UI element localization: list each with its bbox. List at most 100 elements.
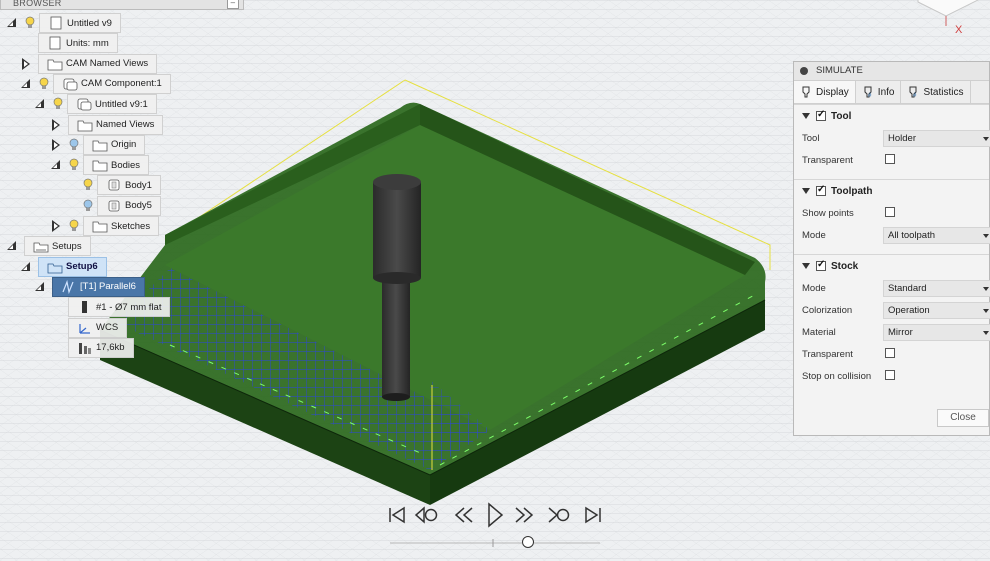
browser-item-label: CAM Named Views [66, 58, 149, 70]
browser-item-cam-named-views[interactable]: CAM Named Views [20, 53, 158, 74]
browser-item-label: Named Views [96, 119, 155, 130]
stock-transparent-checkbox[interactable] [885, 347, 895, 358]
expanded-triangle-icon[interactable] [50, 159, 62, 171]
browser-item-box[interactable]: Units: mm [38, 33, 118, 54]
collapsed-triangle-icon[interactable] [50, 220, 62, 232]
material-dropdown[interactable]: Mirror [883, 323, 990, 341]
browser-item-t1-parallel6[interactable]: [T1] Parallel6 [34, 276, 145, 297]
simulate-title-bar[interactable]: SIMULATE [794, 62, 989, 81]
browser-item-untitled-v9[interactable]: Untitled v9 [6, 13, 121, 33]
show-points-checkbox[interactable] [885, 206, 895, 217]
lightbulb-on-icon[interactable] [24, 16, 36, 30]
lightbulb-off-icon[interactable] [82, 199, 94, 213]
colorization-dropdown[interactable]: Operation [883, 301, 990, 319]
step-forward-icon[interactable] [510, 502, 536, 528]
caret-down-icon[interactable] [802, 113, 810, 119]
tab-display-label: Display [816, 86, 849, 98]
expanded-triangle-icon[interactable] [34, 281, 46, 293]
browser-item-17-6kb[interactable]: 17,6kb [50, 337, 134, 358]
component-icon [63, 78, 78, 91]
toolpath-visible-checkbox[interactable] [816, 184, 826, 196]
lightbulb-on-icon[interactable] [68, 219, 80, 233]
browser-item-1-7-mm-flat[interactable]: #1 - Ø7 mm flat [50, 297, 171, 318]
browser-item-box[interactable]: Bodies [83, 155, 150, 176]
setup-icon [47, 263, 63, 273]
browser-item-box[interactable]: Sketches [83, 216, 160, 236]
browser-item-box[interactable]: Named Views [68, 114, 164, 135]
browser-item-box[interactable]: CAM Named Views [38, 53, 158, 74]
browser-item-box[interactable]: #1 - Ø7 mm flat [68, 297, 171, 318]
expanded-triangle-icon[interactable] [6, 17, 18, 29]
tab-statistics[interactable]: # Statistics [901, 81, 971, 103]
tab-info-label: Info [877, 86, 895, 98]
play-icon[interactable] [482, 500, 508, 530]
section-stock[interactable]: Stock [794, 254, 989, 277]
expanded-triangle-icon[interactable] [6, 240, 18, 252]
close-button[interactable]: Close [937, 409, 989, 427]
browser-item-label: Origin [111, 139, 137, 151]
tool-visible-checkbox[interactable] [816, 109, 826, 121]
browser-item-bodies[interactable]: Bodies [50, 155, 150, 176]
browser-panel: BROWSER – Untitled v9 Units: mm CAM Named … [0, 0, 250, 370]
browser-item-box[interactable]: Untitled v9:1 [67, 94, 157, 115]
browser-item-untitled-v9-1[interactable]: Untitled v9:1 [34, 94, 157, 115]
browser-item-sketches[interactable]: Sketches [50, 216, 160, 236]
browser-item-box[interactable]: Origin [83, 134, 146, 155]
toolpath-mode-dropdown[interactable]: All toolpath [883, 226, 990, 244]
playback-slider-thumb[interactable] [521, 536, 534, 548]
lightbulb-on-icon[interactable] [82, 178, 94, 192]
browser-header[interactable]: BROWSER – [0, 0, 244, 10]
browser-item-box[interactable]: WCS [68, 317, 128, 338]
panel-collapse-icon[interactable] [800, 67, 808, 75]
browser-item-label: 17,6kb [96, 342, 125, 354]
caret-down-icon[interactable] [802, 188, 810, 194]
collapse-icon[interactable]: – [227, 0, 239, 9]
collapsed-triangle-icon[interactable] [50, 138, 62, 151]
expanded-triangle-icon[interactable] [34, 98, 46, 110]
step-back-operation-icon[interactable] [414, 502, 440, 528]
lightbulb-off-icon[interactable] [68, 138, 80, 152]
browser-item-box[interactable]: [T1] Parallel6 [52, 276, 145, 297]
browser-item-setup6[interactable]: Setup6 [20, 256, 107, 277]
stock-mode-dropdown[interactable]: Standard [883, 279, 990, 297]
skip-to-start-icon[interactable] [384, 502, 410, 528]
section-tool[interactable]: Tool [794, 104, 989, 127]
expanded-triangle-icon[interactable] [20, 261, 32, 273]
skip-to-end-icon[interactable] [580, 502, 606, 528]
browser-item-body1[interactable]: Body1 [64, 175, 161, 196]
browser-item-wcs[interactable]: WCS [50, 317, 128, 338]
lightbulb-on-icon[interactable] [38, 77, 50, 91]
tool-dropdown[interactable]: Holder [883, 129, 990, 147]
browser-item-box[interactable]: Untitled v9 [39, 13, 121, 33]
collapsed-triangle-icon[interactable] [20, 57, 32, 70]
browser-item-units-mm[interactable]: Units: mm [20, 33, 118, 54]
tab-display[interactable]: Display [794, 81, 856, 103]
section-toolpath[interactable]: Toolpath [794, 179, 989, 202]
stock-visible-checkbox[interactable] [816, 259, 826, 271]
step-forward-operation-icon[interactable] [546, 502, 572, 528]
lightbulb-on-icon[interactable] [52, 97, 64, 111]
browser-item-box[interactable]: Setups [24, 236, 91, 257]
browser-item-setups[interactable]: Setups [6, 236, 91, 257]
dropdown-arrow-icon [983, 308, 989, 313]
browser-item-box[interactable]: Body1 [97, 175, 161, 196]
collapsed-triangle-icon[interactable] [50, 118, 62, 131]
browser-item-named-views[interactable]: Named Views [50, 114, 164, 135]
browser-item-box[interactable]: CAM Component:1 [53, 73, 171, 94]
tab-info[interactable]: # Info [856, 81, 902, 103]
browser-item-box[interactable]: 17,6kb [68, 337, 134, 358]
browser-item-origin[interactable]: Origin [50, 134, 146, 155]
stop-on-collision-checkbox[interactable] [885, 369, 895, 380]
browser-item-label: CAM Component:1 [81, 78, 162, 90]
tool-transparent-checkbox[interactable] [885, 153, 895, 164]
browser-item-cam-component-1[interactable]: CAM Component:1 [20, 73, 171, 94]
info-icon: # [864, 86, 872, 98]
step-back-icon[interactable] [452, 502, 478, 528]
browser-item-box[interactable]: Body5 [97, 195, 161, 216]
expanded-triangle-icon[interactable] [20, 78, 32, 90]
browser-item-body5[interactable]: Body5 [64, 195, 161, 216]
lightbulb-on-icon[interactable] [68, 158, 80, 172]
browser-item-box[interactable]: Setup6 [38, 256, 107, 277]
caret-down-icon[interactable] [802, 263, 810, 269]
colorization-label: Colorization [802, 304, 853, 316]
